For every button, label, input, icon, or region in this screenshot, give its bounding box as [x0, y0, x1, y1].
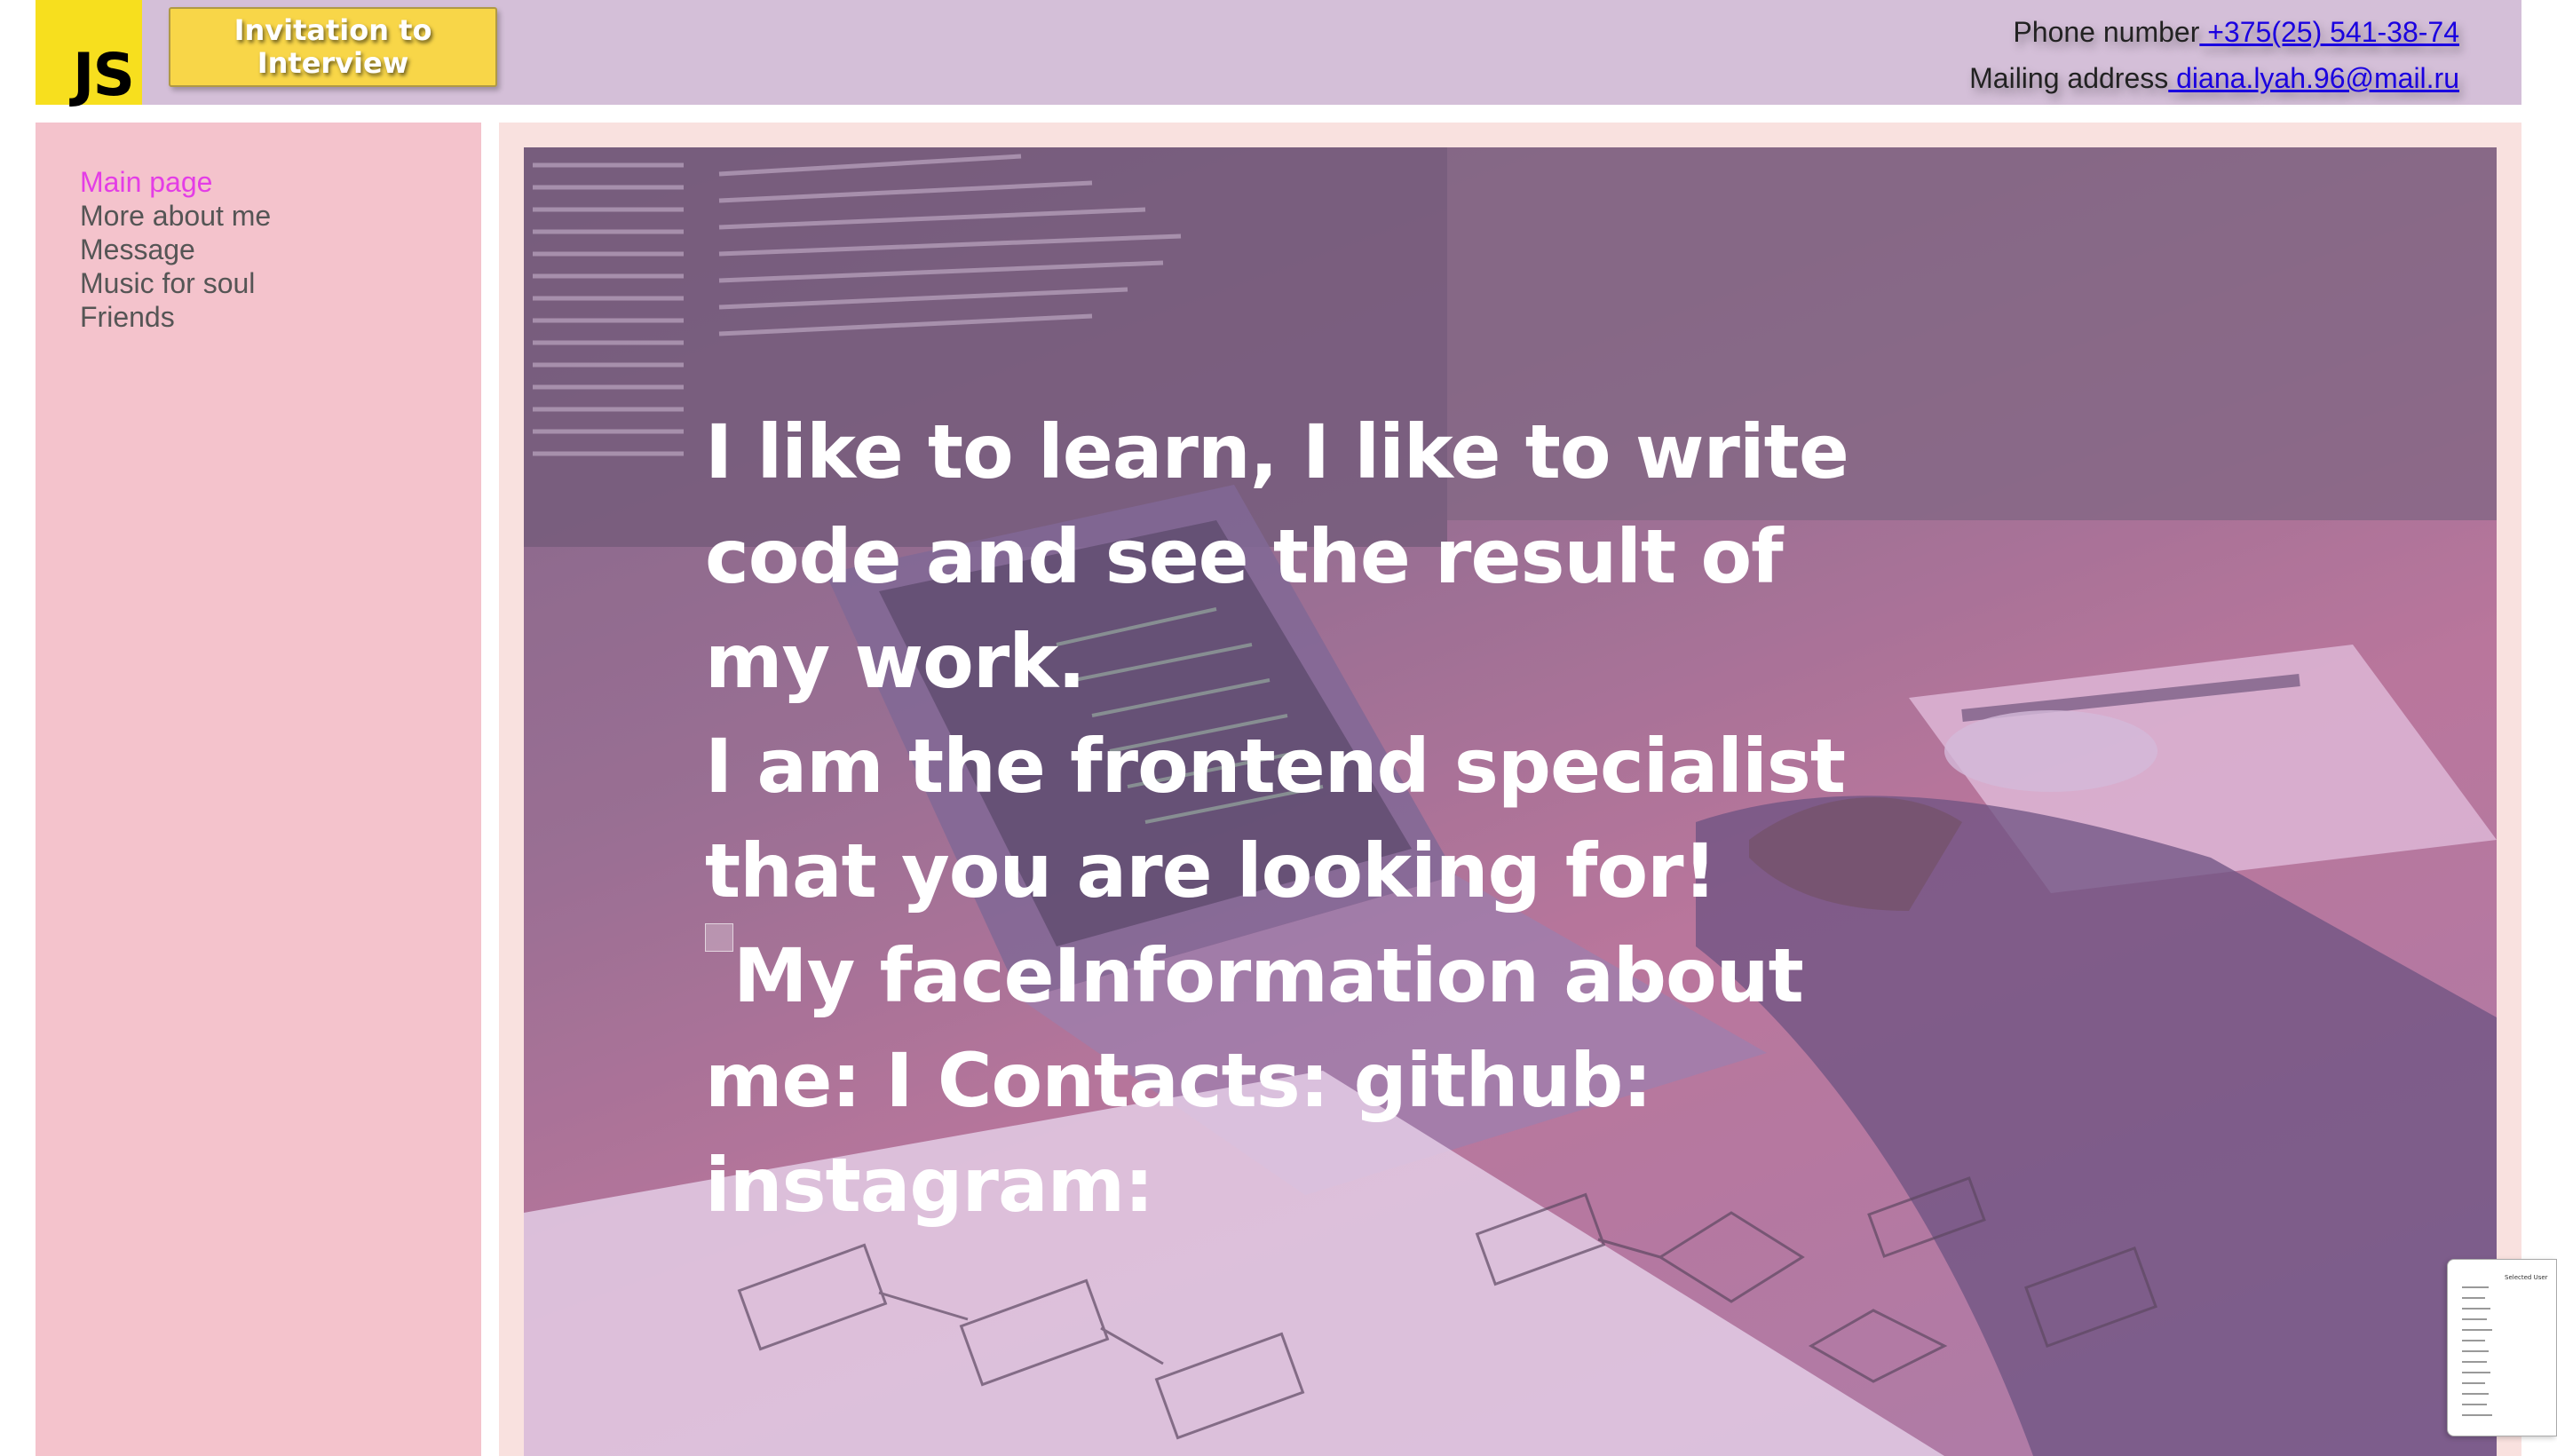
mini-preview-line — [2462, 1308, 2490, 1310]
sidebar: Main page More about me Message Music fo… — [36, 123, 481, 1456]
sidebar-nav: Main page More about me Message Music fo… — [80, 165, 271, 334]
mini-preview-line — [2462, 1393, 2489, 1395]
contacts: Phone number +375(25) 541-38-74 Mailing … — [1969, 9, 2459, 101]
hero-line-info: My faceInformation about me: I Contacts:… — [705, 923, 1850, 1238]
mini-preview-line — [2462, 1340, 2485, 1341]
nav-main-page[interactable]: Main page — [80, 165, 271, 199]
mini-preview-line — [2462, 1318, 2487, 1320]
mini-preview-line — [2462, 1361, 2487, 1363]
nav-more-about-me[interactable]: More about me — [80, 199, 271, 233]
invitation-button[interactable]: Invitation to Interview — [169, 7, 497, 87]
mini-preview-line — [2462, 1404, 2487, 1405]
hero-text: I like to learn, I like to write code an… — [705, 400, 1850, 1238]
mini-preview-line — [2462, 1382, 2485, 1384]
mail-label: Mailing address — [1969, 62, 2169, 94]
header: JS Invitation to Interview Phone number … — [36, 0, 2521, 105]
mail-link[interactable]: diana.lyah.96@mail.ru — [2168, 62, 2459, 94]
mail-row: Mailing address diana.lyah.96@mail.ru — [1969, 55, 2459, 101]
phone-label: Phone number — [2013, 16, 2200, 48]
js-logo-text: JS — [72, 41, 135, 109]
hero-line-specialist: I am the frontend specialist that you ar… — [705, 723, 1846, 914]
my-face-alt: My face — [733, 932, 1055, 1019]
mini-preview-line — [2462, 1286, 2489, 1288]
broken-image-icon — [705, 923, 733, 952]
mini-preview-thumbnail[interactable]: Selected User — [2447, 1259, 2557, 1436]
nav-message[interactable]: Message — [80, 233, 271, 266]
mini-preview-line — [2462, 1372, 2490, 1373]
phone-link[interactable]: +375(25) 541-38-74 — [2199, 16, 2459, 48]
mini-preview-line — [2462, 1414, 2492, 1416]
main-content: I like to learn, I like to write code an… — [499, 123, 2521, 1456]
phone-row: Phone number +375(25) 541-38-74 — [1969, 9, 2459, 55]
nav-friends[interactable]: Friends — [80, 300, 271, 334]
nav-music-for-soul[interactable]: Music for soul — [80, 266, 271, 300]
mini-preview-line — [2462, 1350, 2489, 1352]
hero-line-learn: I like to learn, I like to write code an… — [705, 408, 1849, 705]
mini-preview-line — [2462, 1297, 2485, 1299]
hero-background-image: I like to learn, I like to write code an… — [524, 147, 2497, 1456]
mini-preview-title: Selected User — [2505, 1274, 2548, 1281]
js-logo: JS — [36, 0, 142, 105]
mini-preview-line — [2462, 1329, 2492, 1331]
